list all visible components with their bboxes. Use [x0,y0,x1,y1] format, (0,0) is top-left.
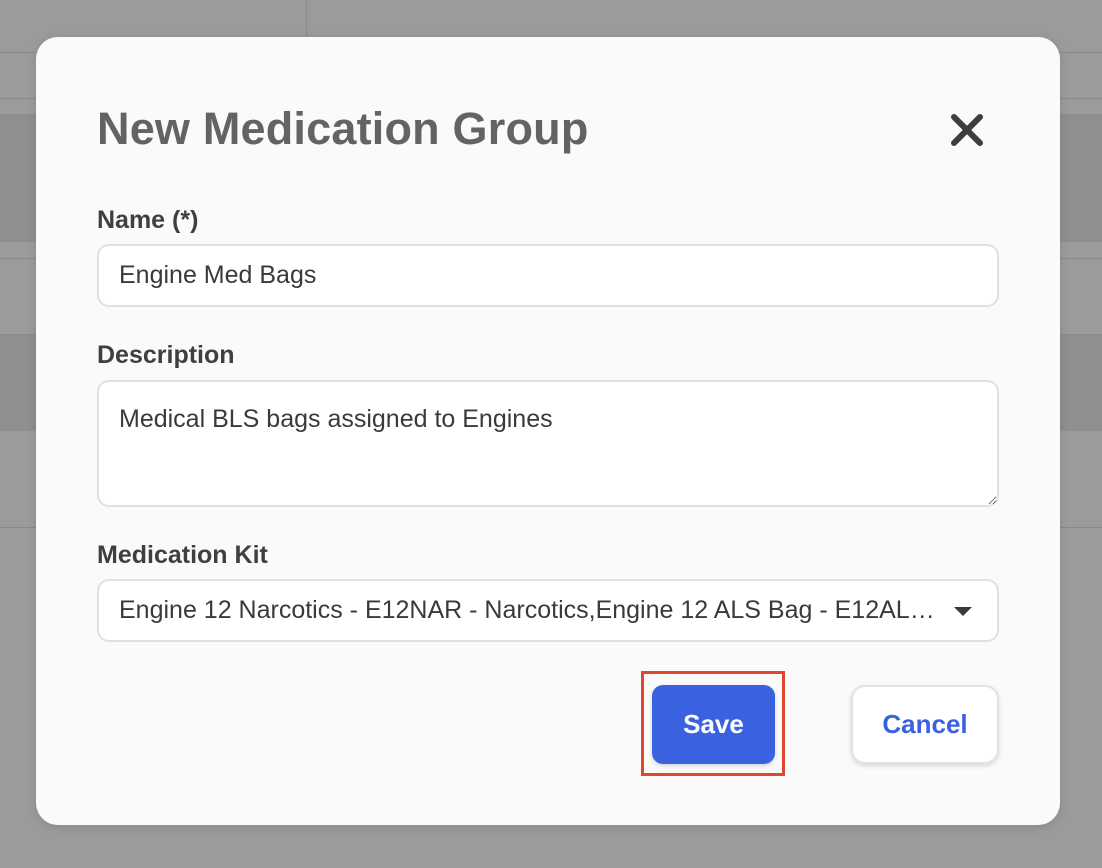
new-medication-group-dialog: New Medication Group Name (*) Descriptio… [36,37,1060,825]
medication-kit-selected-value: Engine 12 Narcotics - E12NAR - Narcotics… [119,596,939,624]
close-button[interactable] [944,107,990,153]
dialog-title: New Medication Group [97,103,589,154]
name-label: Name (*) [97,206,199,234]
save-button[interactable]: Save [652,685,775,764]
name-input[interactable] [97,244,999,307]
description-textarea[interactable]: Medical BLS bags assigned to Engines [97,380,999,507]
caret-down-icon [954,607,972,616]
medication-kit-label: Medication Kit [97,541,268,569]
close-icon [951,114,983,146]
description-label: Description [97,341,235,369]
medication-kit-select[interactable]: Engine 12 Narcotics - E12NAR - Narcotics… [97,579,999,642]
cancel-button[interactable]: Cancel [851,685,999,764]
